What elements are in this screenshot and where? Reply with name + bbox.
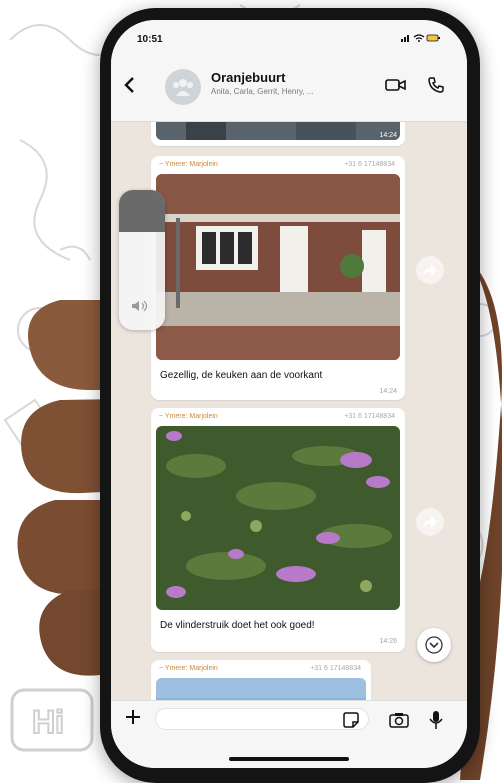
message-time: 14:24 xyxy=(379,388,397,395)
sticker-button[interactable] xyxy=(343,712,359,733)
status-time: 10:51 xyxy=(137,34,163,45)
speaker-icon xyxy=(131,300,149,315)
voice-call-button[interactable] xyxy=(427,76,445,99)
flower-photo xyxy=(156,426,400,610)
message-caption: De vlinderstruik doet het ook goed! xyxy=(160,620,315,631)
microphone-button[interactable] xyxy=(429,710,443,735)
message-input-bar xyxy=(111,700,467,768)
camera-icon xyxy=(389,713,409,728)
home-indicator xyxy=(229,757,349,761)
forward-button[interactable] xyxy=(416,508,444,536)
plus-icon xyxy=(126,710,140,724)
group-members[interactable]: Anita, Carla, Gerrit, Henry, ... xyxy=(211,87,361,96)
house-photo xyxy=(156,174,400,360)
sticker-icon xyxy=(343,712,359,728)
microphone-icon xyxy=(429,711,443,729)
phone-screen: 10:51 Oranjebuurt Anita, Carla, Gerrit, … xyxy=(111,20,467,768)
status-icons xyxy=(401,33,441,45)
scroll-to-bottom-button[interactable] xyxy=(417,628,451,662)
back-button[interactable] xyxy=(123,76,135,98)
chat-header: Oranjebuurt Anita, Carla, Gerrit, Henry,… xyxy=(111,62,467,122)
video-call-button[interactable] xyxy=(385,78,407,97)
message-bubble[interactable]: ~ Ymere: Marjolein +31 6 17148834 xyxy=(151,156,405,400)
message-time: 14:26 xyxy=(379,638,397,645)
forward-button[interactable] xyxy=(416,256,444,284)
message-bubble[interactable]: ~ Ymere: Marjolein +31 6 17148834 xyxy=(151,408,405,652)
forward-icon xyxy=(423,264,437,276)
message-caption: Gezellig, de keuken aan de voorkant xyxy=(160,370,323,381)
message-photo[interactable] xyxy=(156,174,400,360)
message-photo[interactable] xyxy=(156,426,400,610)
chevron-left-icon xyxy=(124,77,134,93)
message-time: 14:24 xyxy=(379,132,397,139)
sender-phone: +31 6 17148834 xyxy=(344,161,395,168)
chevron-down-circle-icon xyxy=(425,636,443,654)
phone-icon xyxy=(428,77,444,93)
video-camera-icon xyxy=(385,79,406,91)
sender-phone: +31 6 17148834 xyxy=(344,413,395,420)
camera-button[interactable] xyxy=(389,712,409,733)
message-sender[interactable]: ~ Ymere: Marjolein xyxy=(159,665,218,672)
message-sender[interactable]: ~ Ymere: Marjolein xyxy=(159,413,218,420)
group-avatar[interactable] xyxy=(165,69,201,105)
message-input[interactable] xyxy=(155,708,369,730)
attach-button[interactable] xyxy=(125,707,141,729)
message-photo[interactable] xyxy=(156,122,400,140)
photo-image xyxy=(156,122,400,140)
forward-icon xyxy=(423,516,437,528)
signal-wifi-battery-icon xyxy=(401,34,440,42)
message-bubble[interactable]: 14:24 xyxy=(151,122,405,146)
volume-indicator xyxy=(119,190,165,330)
sender-phone: +31 6 17148834 xyxy=(310,665,361,672)
status-bar: 10:51 xyxy=(111,20,467,62)
volume-level xyxy=(119,190,165,232)
group-name[interactable]: Oranjebuurt xyxy=(211,70,285,85)
group-icon xyxy=(173,79,193,96)
message-sender[interactable]: ~ Ymere: Marjolein xyxy=(159,161,218,168)
